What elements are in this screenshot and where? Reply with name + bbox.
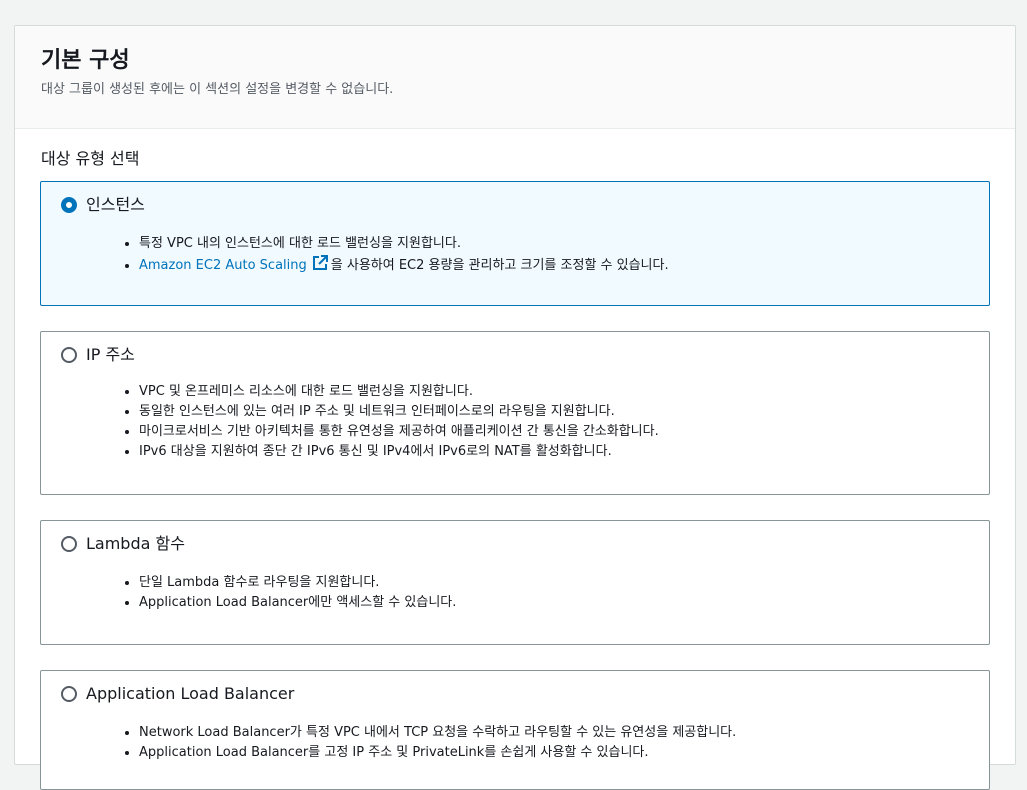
list-item: IPv6 대상을 지원하여 종단 간 IPv6 통신 및 IPv4에서 IPv6… (139, 442, 659, 462)
panel-title: 기본 구성 (41, 48, 130, 73)
list-item: 특정 VPC 내의 인스턴스에 대한 로드 밸런싱을 지원합니다. (139, 234, 669, 254)
ip-feature-list: VPC 및 온프레미스 리소스에 대한 로드 밸런싱을 지원합니다. 동일한 인… (121, 382, 659, 462)
list-item: Network Load Balancer가 특정 VPC 내에서 TCP 요청… (139, 723, 736, 743)
instances-feature-list: 특정 VPC 내의 인스턴스에 대한 로드 밸런싱을 지원합니다. Amazon… (121, 234, 669, 279)
panel-header: 기본 구성 대상 그룹이 생성된 후에는 이 섹션의 설정을 변경할 수 없습니… (15, 26, 1015, 129)
list-item: VPC 및 온프레미스 리소스에 대한 로드 밸런싱을 지원합니다. (139, 382, 659, 402)
auto-scaling-description: 을 사용하여 EC2 용량을 관리하고 크기를 조정할 수 있습니다. (330, 258, 669, 273)
target-type-lambda-tile[interactable]: Lambda 함수 단일 Lambda 함수로 라우팅을 지원합니다. Appl… (40, 520, 990, 645)
lambda-feature-list: 단일 Lambda 함수로 라우팅을 지원합니다. Application Lo… (121, 573, 456, 613)
radio-alb[interactable] (61, 686, 77, 702)
radio-lambda[interactable] (61, 536, 77, 552)
list-item: 동일한 인스턴스에 있는 여러 IP 주소 및 네트워크 인터페이스로의 라우팅… (139, 402, 659, 422)
tile-title-ip: IP 주소 (86, 345, 135, 364)
list-item: Amazon EC2 Auto Scaling 을 사용하여 EC2 용량을 관리… (139, 254, 669, 279)
external-link-icon[interactable] (311, 254, 329, 279)
basic-config-panel: 기본 구성 대상 그룹이 생성된 후에는 이 섹션의 설정을 변경할 수 없습니… (14, 25, 1016, 790)
radio-ip[interactable] (61, 347, 77, 363)
tile-title-lambda: Lambda 함수 (86, 534, 185, 553)
list-item: 단일 Lambda 함수로 라우팅을 지원합니다. (139, 573, 456, 593)
target-type-instances-tile[interactable]: 인스턴스 특정 VPC 내의 인스턴스에 대한 로드 밸런싱을 지원합니다. A… (40, 181, 990, 306)
list-item: 마이크로서비스 기반 아키텍처를 통한 유연성을 제공하여 애플리케이션 간 통… (139, 422, 659, 442)
target-type-ip-tile[interactable]: IP 주소 VPC 및 온프레미스 리소스에 대한 로드 밸런싱을 지원합니다.… (40, 331, 990, 495)
tile-title-instances: 인스턴스 (86, 195, 145, 214)
target-type-alb-tile[interactable]: Application Load Balancer Network Load B… (40, 670, 990, 790)
panel-description: 대상 그룹이 생성된 후에는 이 섹션의 설정을 변경할 수 없습니다. (41, 82, 394, 97)
radio-instances[interactable] (61, 197, 77, 213)
ec2-auto-scaling-link[interactable]: Amazon EC2 Auto Scaling (139, 258, 307, 273)
list-item: Application Load Balancer에만 액세스할 수 있습니다. (139, 593, 456, 613)
list-item: Application Load Balancer를 고정 IP 주소 및 Pr… (139, 743, 736, 763)
target-type-label: 대상 유형 선택 (41, 149, 140, 168)
tile-title-alb: Application Load Balancer (86, 684, 295, 703)
alb-feature-list: Network Load Balancer가 특정 VPC 내에서 TCP 요청… (121, 723, 736, 763)
